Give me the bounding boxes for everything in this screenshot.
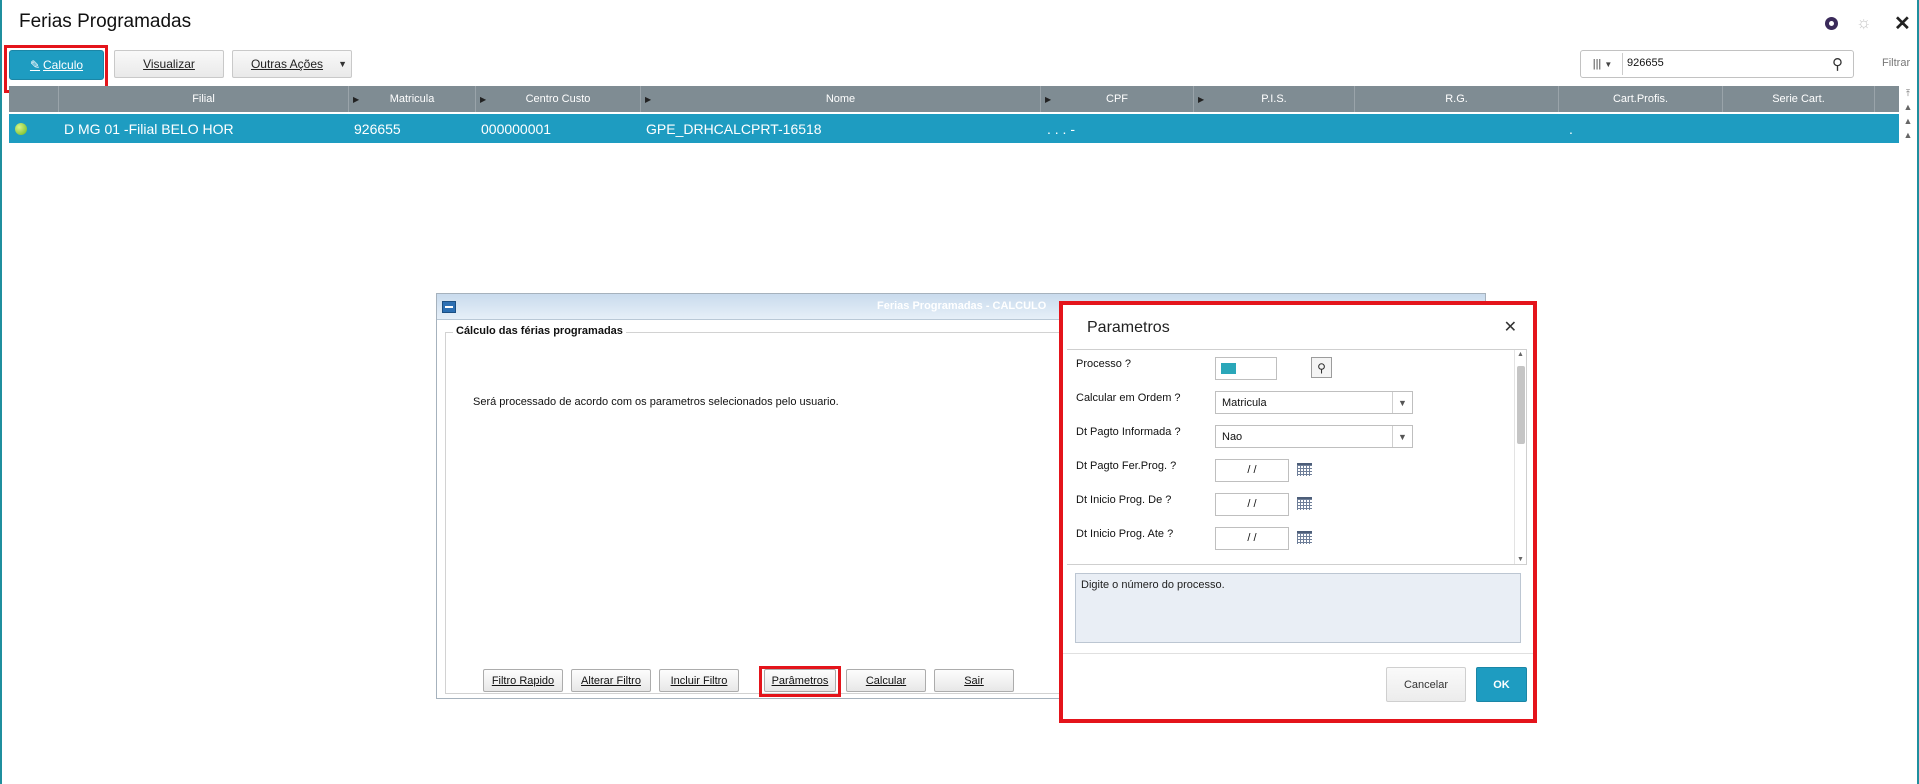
table-row[interactable]: D MG 01 -Filial BELO HOR 926655 00000000… [9, 114, 1899, 143]
scroll-top-icon[interactable]: ⤒ [1901, 86, 1915, 100]
param-label: Processo ? [1076, 358, 1132, 370]
column-selector-icon[interactable]: ||| ▼ [1583, 53, 1623, 75]
param-label: Dt Pagto Informada ? [1076, 426, 1181, 438]
group-label: Cálculo das férias programadas [453, 325, 626, 337]
scroll-up-icon[interactable]: ▲ [1901, 100, 1915, 114]
chevron-down-icon: ▼ [1392, 392, 1412, 413]
parameters-list[interactable]: Processo ? ⚲ Calcular em Ordem ? Matricu… [1067, 349, 1527, 565]
cell-cart-profis: . [1569, 121, 1573, 137]
column-header-filial[interactable]: Filial [59, 86, 349, 112]
parametros-modal: Parametros ✕ Processo ? ⚲ Calcular em Or… [1059, 301, 1537, 723]
column-header-cart-profis[interactable]: Cart.Profis. [1559, 86, 1723, 112]
filtrar-link[interactable]: Filtrar [1882, 57, 1910, 69]
filtro-rapido-button[interactable]: Filtro Rapido [483, 669, 563, 692]
param-row-dt-inicio-de: Dt Inicio Prog. De ? / / [1067, 490, 1507, 522]
search-box: ||| ▼ 926655 ⚲ [1580, 50, 1854, 78]
processo-input[interactable] [1215, 357, 1277, 380]
close-icon[interactable]: ✕ [1894, 11, 1911, 36]
highlight-box-parametros [759, 666, 841, 697]
cell-nome: GPE_DRHCALCPRT-16518 [646, 121, 822, 137]
incluir-filtro-button[interactable]: Incluir Filtro [659, 669, 739, 692]
help-text: Digite o número do processo. [1075, 573, 1521, 643]
status-dot-icon [15, 123, 27, 135]
dt-pagto-informada-select[interactable]: Nao ▼ [1215, 425, 1413, 448]
param-label: Calcular em Ordem ? [1076, 392, 1181, 404]
dialog-title: Ferias Programadas - CALCULO [877, 300, 1047, 312]
cell-filial: D MG 01 -Filial BELO HOR [64, 121, 234, 137]
chevron-down-icon: ▼ [338, 59, 347, 69]
param-label: Dt Pagto Fer.Prog. ? [1076, 460, 1177, 472]
param-row-dt-pagto-ferprog: Dt Pagto Fer.Prog. ? / / [1067, 456, 1507, 488]
column-header-nome[interactable]: ▶ Nome [641, 86, 1041, 112]
cell-cpf: . . . - [1047, 121, 1075, 137]
calendar-icon[interactable] [1297, 531, 1312, 544]
dt-pagto-ferprog-input[interactable]: / / [1215, 459, 1289, 482]
param-row-dt-pagto-informada: Dt Pagto Informada ? Nao ▼ [1067, 422, 1507, 454]
cell-centro-custo: 000000001 [481, 121, 552, 137]
cell-matricula: 926655 [354, 121, 401, 137]
grid-header: Filial ▶ Matricula ▶ Centro Custo ▶ Nome ▶ C… [9, 86, 1899, 112]
calcular-button[interactable]: Calcular [846, 669, 926, 692]
alterar-filtro-button[interactable]: Alterar Filtro [571, 669, 651, 692]
visualizar-button[interactable]: Visualizar [114, 50, 224, 78]
search-icon[interactable]: ⚲ [1311, 357, 1332, 378]
cancelar-button[interactable]: Cancelar [1386, 667, 1466, 702]
close-icon[interactable]: ✕ [1504, 317, 1517, 337]
param-scrollbar[interactable]: ▲ ▼ [1514, 350, 1526, 564]
chevron-down-icon: ▼ [1392, 426, 1412, 447]
search-icon[interactable]: ⚲ [1832, 55, 1843, 73]
column-header-cpf[interactable]: ▶ CPF [1041, 86, 1194, 112]
scrollbar-thumb[interactable] [1517, 366, 1525, 444]
calendar-icon[interactable] [1297, 497, 1312, 510]
scroll-up-icon[interactable]: ▲ [1517, 351, 1524, 358]
sair-button[interactable]: Sair [934, 669, 1014, 692]
param-row-processo: Processo ? ⚲ [1067, 354, 1507, 386]
column-header-pis[interactable]: ▶ P.I.S. [1194, 86, 1355, 112]
param-row-ordem: Calcular em Ordem ? Matricula ▼ [1067, 388, 1507, 420]
calendar-icon[interactable] [1297, 463, 1312, 476]
column-header-rg[interactable]: R.G. [1355, 86, 1559, 112]
window-icon [442, 301, 456, 313]
calcular-em-ordem-select[interactable]: Matricula ▼ [1215, 391, 1413, 414]
dt-inicio-de-input[interactable]: / / [1215, 493, 1289, 516]
param-label: Dt Inicio Prog. De ? [1076, 494, 1172, 506]
param-label: Dt Inicio Prog. Ate ? [1076, 528, 1174, 540]
dt-inicio-ate-input[interactable]: / / [1215, 527, 1289, 550]
column-header-centro-custo[interactable]: ▶ Centro Custo [476, 86, 641, 112]
column-header-matricula[interactable]: ▶ Matricula [349, 86, 476, 112]
page-title: Ferias Programadas [19, 11, 192, 32]
gear-icon[interactable]: ☼ [1856, 13, 1872, 33]
column-header-serie-cart[interactable]: Serie Cart. [1723, 86, 1875, 112]
outras-acoes-label: Outras Ações [250, 57, 324, 71]
scroll-bottom-icon[interactable]: ▲ [1901, 128, 1915, 142]
totvs-logo-icon[interactable] [1825, 17, 1838, 30]
column-header-status [9, 86, 59, 112]
search-input[interactable]: 926655 [1627, 57, 1664, 69]
modal-title: Parametros [1087, 319, 1170, 336]
outras-acoes-button[interactable]: Outras Ações ▼ [232, 50, 352, 78]
ok-button[interactable]: OK [1476, 667, 1527, 702]
grid-scrollbar[interactable]: ⤒ ▲ ▲ ▲ [1901, 86, 1915, 146]
scroll-down-icon[interactable]: ▲ [1901, 114, 1915, 128]
scroll-down-icon[interactable]: ▼ [1517, 556, 1524, 563]
dialog-message: Será processado de acordo com os paramet… [473, 396, 839, 408]
param-row-dt-inicio-ate: Dt Inicio Prog. Ate ? / / [1067, 524, 1507, 556]
